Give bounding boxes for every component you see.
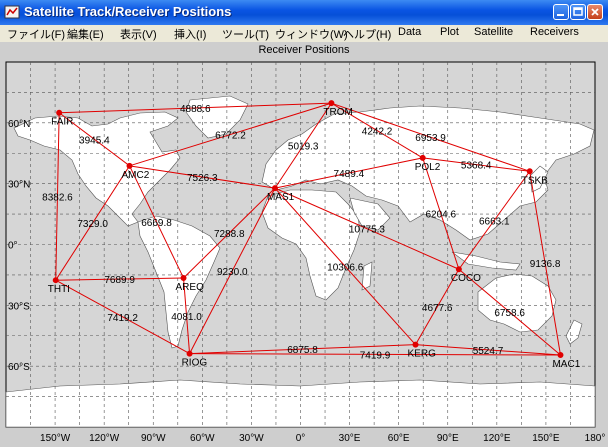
x-tick-label: 60°E <box>388 433 410 444</box>
station-marker <box>56 109 63 116</box>
distance-label: 4081.0 <box>171 312 202 323</box>
distance-label: 5524.7 <box>473 346 504 357</box>
world-map-plot[interactable]: 4888.6 3945.4 8382.6 6772.2 7526.3 7329.0 6669… <box>0 0 608 447</box>
distance-label: 6772.2 <box>215 130 246 141</box>
x-tick-label: 30°E <box>339 433 361 444</box>
distance-label: 4677.6 <box>422 303 453 314</box>
station-label: THTI <box>48 284 70 295</box>
x-tick-label: 90°W <box>141 433 166 444</box>
station-marker <box>412 341 419 348</box>
x-tick-label: 120°E <box>483 433 511 444</box>
x-tick-label: 60°W <box>190 433 215 444</box>
station-label: TSKB <box>522 175 548 186</box>
station-marker <box>186 350 193 357</box>
distance-label: 5368.4 <box>461 161 492 172</box>
y-tick-label: 30°S <box>8 301 30 312</box>
distance-label: 4242.2 <box>362 127 393 138</box>
distance-label: 3945.4 <box>79 135 110 146</box>
distance-label: 6875.8 <box>287 345 318 356</box>
y-tick-label: 60°S <box>8 362 30 373</box>
station-label: TROM <box>323 107 352 118</box>
x-tick-label: 120°W <box>89 433 120 444</box>
distance-label: 9136.8 <box>530 259 561 270</box>
station-marker <box>419 154 426 161</box>
distance-label: 10306.6 <box>327 262 364 273</box>
distance-label: 4888.6 <box>180 104 211 115</box>
distance-label: 10775.3 <box>349 225 386 236</box>
x-tick-label: 150°W <box>40 433 71 444</box>
x-tick-label: 30°W <box>239 433 264 444</box>
distance-label: 7489.4 <box>334 169 365 180</box>
y-tick-label: 30°N <box>8 180 30 191</box>
station-label: AREQ <box>176 282 205 293</box>
station-marker <box>126 162 133 169</box>
station-label: KERG <box>408 349 437 360</box>
station-marker <box>526 168 533 175</box>
station-marker <box>455 266 462 273</box>
station-label: MAS1 <box>267 192 295 203</box>
x-tick-label: 90°E <box>437 433 459 444</box>
distance-label: 6663.1 <box>479 216 510 227</box>
distance-label: 7419.9 <box>360 350 391 361</box>
station-label: MAC1 <box>552 359 580 370</box>
station-label: FAIR <box>51 117 73 128</box>
station-label: RIOG <box>182 358 208 369</box>
distance-label: 6758.6 <box>494 308 525 319</box>
distance-label: 6204.6 <box>425 210 456 221</box>
distance-label: 7419.2 <box>107 313 138 324</box>
station-marker <box>52 277 59 284</box>
station-marker <box>557 352 564 359</box>
y-tick-label: 0° <box>8 241 18 252</box>
distance-label: 7526.3 <box>187 173 218 184</box>
distance-label: 8382.6 <box>42 192 73 203</box>
x-tick-label: 180° <box>585 433 606 444</box>
station-marker <box>180 274 187 281</box>
distance-label: 6669.8 <box>141 218 172 229</box>
distance-label: 7329.0 <box>77 219 108 230</box>
y-tick-label: 60°N <box>8 119 30 130</box>
x-tick-label: 150°E <box>532 433 560 444</box>
x-tick-label: 0° <box>296 433 306 444</box>
distance-label: 6953.9 <box>415 133 446 144</box>
station-marker <box>328 100 335 107</box>
distance-label: 5019.3 <box>288 142 319 153</box>
station-marker <box>271 185 278 192</box>
distance-label: 7689.9 <box>104 275 135 286</box>
distance-label: 9230.0 <box>217 267 248 278</box>
application-window: Satellite Track/Receiver Positions ファイル(… <box>0 0 608 447</box>
station-label: AMC2 <box>122 170 150 181</box>
station-label: POL2 <box>415 162 441 173</box>
distance-label: 7288.8 <box>214 229 245 240</box>
station-label: COCO <box>451 273 481 284</box>
